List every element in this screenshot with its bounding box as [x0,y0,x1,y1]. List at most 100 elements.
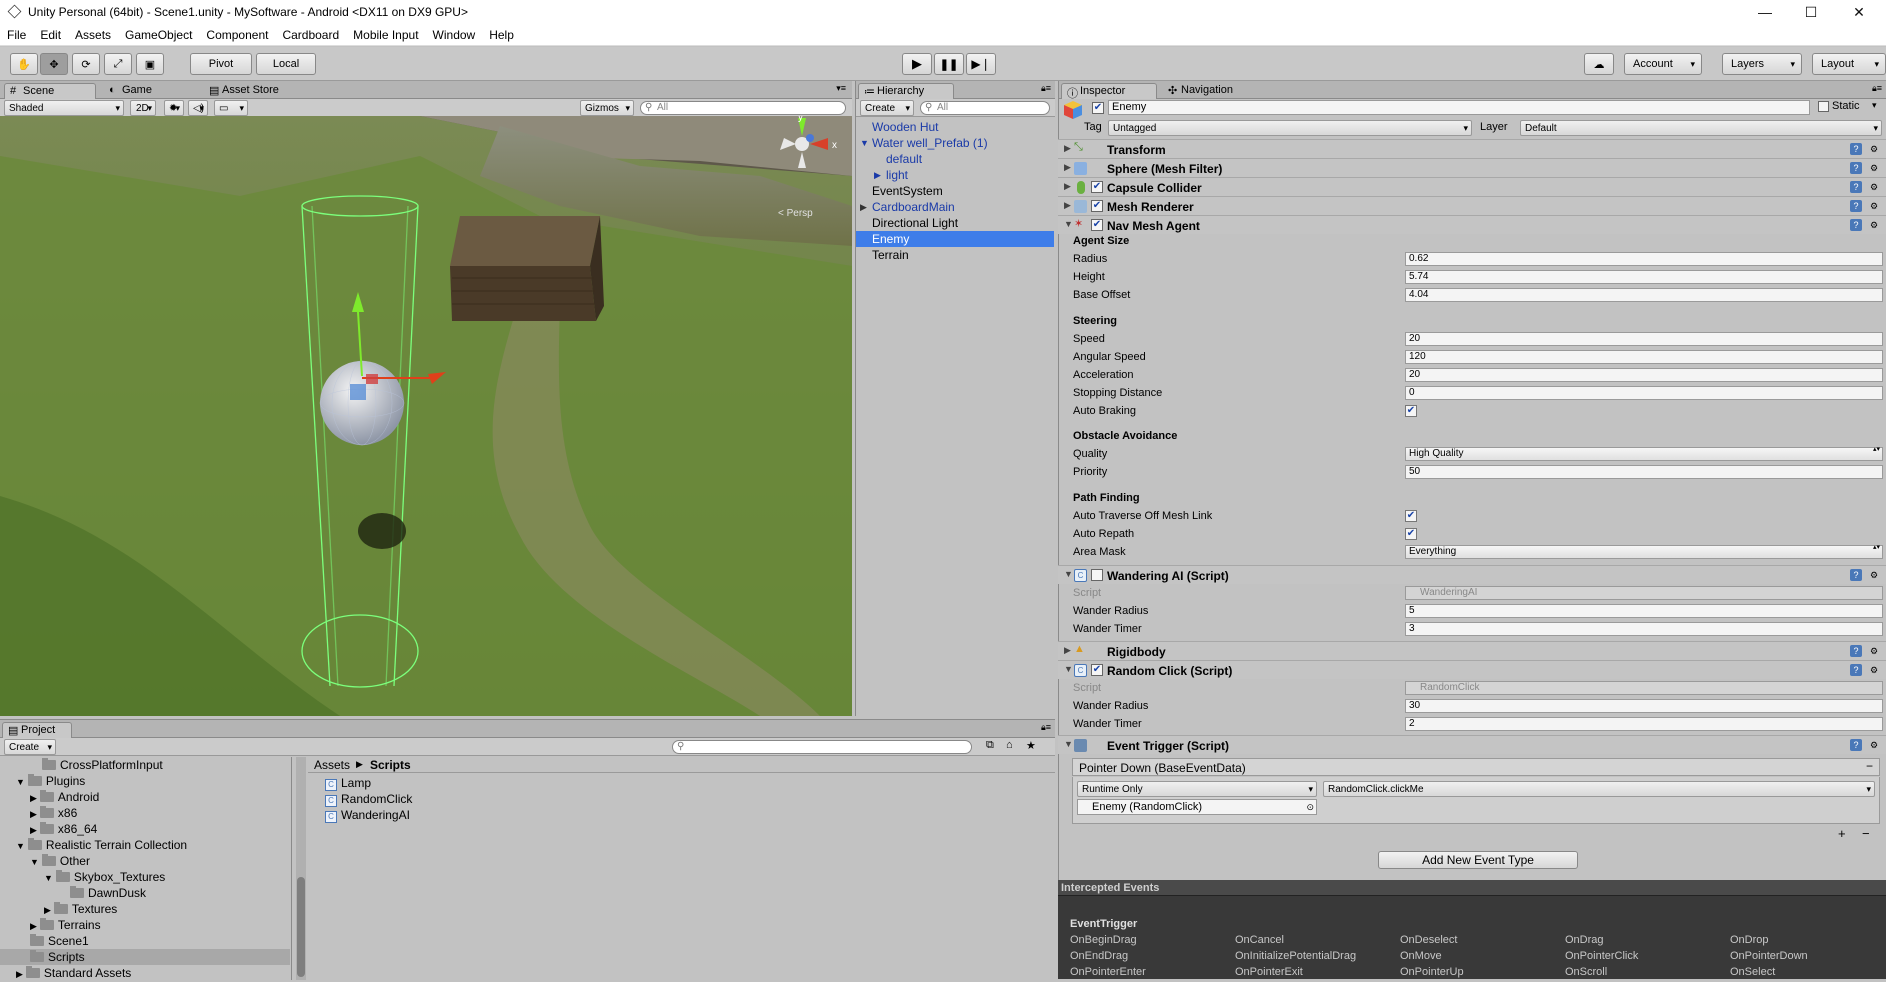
menu-edit[interactable]: Edit [33,28,68,42]
tree-item[interactable]: ▼ Other [30,853,90,869]
expand-arrow-icon[interactable]: ▼ [16,841,25,851]
maximize-button[interactable]: ☐ [1788,0,1834,24]
collapse-arrow-icon[interactable]: ▶ [860,199,867,215]
priority-input[interactable]: 50 [1405,465,1883,479]
component-transform[interactable]: ▶ ⤡ Transform? ⚙ [1058,139,1886,158]
expand-arrow-icon[interactable]: ▼ [860,135,869,151]
lock-icon[interactable]: 🔒︎≡ [1041,722,1051,733]
function-dropdown[interactable]: RandomClick.clickMe [1323,781,1875,797]
component-enabled-checkbox[interactable]: ✔ [1091,569,1103,581]
lock-icon[interactable]: 🔒︎≡ [1041,83,1051,94]
radius-input[interactable]: 0.62 [1405,252,1883,266]
tab-hierarchy[interactable]: ≔ Hierarchy [858,83,954,99]
collapse-arrow-icon[interactable]: ▶ [30,793,37,803]
menu-component[interactable]: Component [199,28,275,42]
file-item[interactable]: C WanderingAI [325,807,410,823]
menu-help[interactable]: Help [482,28,521,42]
tree-item[interactable]: ▼ Plugins [16,773,85,789]
tree-item[interactable]: ▶ Textures [44,901,117,917]
menu-file[interactable]: File [0,28,33,42]
tab-asset-store[interactable]: ▤ Asset Store [204,83,314,99]
filter-label-icon[interactable]: ⌂ [1006,739,1013,751]
scene-search-input[interactable]: All [640,101,846,115]
move-tool-icon[interactable]: ✥ [40,53,68,75]
chevron-down-icon[interactable]: ▾ [1872,100,1877,111]
menu-mobile-input[interactable]: Mobile Input [346,28,425,42]
collapse-arrow-icon[interactable]: ▶ [1064,200,1071,211]
expand-arrow-icon[interactable]: ▼ [30,857,39,867]
expand-arrow-icon[interactable]: ▼ [1064,739,1073,749]
tab-game[interactable]: ◐ Game [104,83,196,99]
tree-item[interactable]: ▶ Android [30,789,99,805]
shading-dropdown[interactable]: Shaded [4,100,124,116]
help-icon[interactable]: ? [1850,569,1862,581]
hierarchy-item[interactable]: Directional Light [856,215,1054,231]
tree-item[interactable]: ▶ x86_64 [30,821,97,837]
rect-tool-icon[interactable]: ▣ [136,53,164,75]
gear-icon[interactable]: ⚙ [1868,200,1880,212]
gear-icon[interactable]: ⚙ [1868,143,1880,155]
breadcrumb-current[interactable]: Scripts [370,758,411,772]
component-mesh-filter[interactable]: ▶ Sphere (Mesh Filter)? ⚙ [1058,158,1886,177]
collapse-arrow-icon[interactable]: ▶ [16,969,23,979]
layers-dropdown[interactable]: Layers ▾ [1722,53,1802,75]
menu-assets[interactable]: Assets [68,28,118,42]
help-icon[interactable]: ? [1850,143,1862,155]
breadcrumb-root[interactable]: Assets [314,758,350,772]
filter-type-icon[interactable]: ⧉ [986,739,994,752]
tab-scene[interactable]: # Scene [4,83,96,99]
lock-icon[interactable]: 🔒︎≡ [1872,83,1882,94]
hierarchy-item[interactable]: Terrain [856,247,1054,263]
gear-icon[interactable]: ⚙ [1868,664,1880,676]
hand-tool-icon[interactable]: ✋ [10,53,38,75]
active-checkbox[interactable]: ✔ [1092,102,1104,114]
hierarchy-item[interactable]: ▶ CardboardMain [856,199,1054,215]
component-wandering-ai[interactable]: ▼C ✔ Wandering AI (Script)? ⚙ [1058,565,1886,584]
pause-button[interactable]: ❚❚ [934,53,964,75]
tab-inspector[interactable]: ⓘ Inspector [1061,83,1157,100]
collapse-arrow-icon[interactable]: ▶ [1064,181,1071,192]
help-icon[interactable]: ? [1850,219,1862,231]
file-item[interactable]: C Lamp [325,775,371,791]
scale-tool-icon[interactable]: ⤢ [104,53,132,75]
wander-timer-input[interactable]: 2 [1405,717,1883,731]
tree-item[interactable]: Scene1 [30,933,89,949]
component-mesh-renderer[interactable]: ▶ ✔ Mesh Renderer? ⚙ [1058,196,1886,215]
component-nav-mesh-agent[interactable]: ▼ ✶ ✔ Nav Mesh Agent? ⚙ [1058,215,1886,234]
scene-viewport[interactable]: y x < Persp [0,116,852,716]
project-create-dropdown[interactable]: Create [4,739,56,755]
static-checkbox[interactable] [1818,101,1829,112]
help-icon[interactable]: ? [1850,645,1862,657]
hierarchy-item[interactable]: Wooden Hut [856,119,1054,135]
tree-item[interactable]: CrossPlatformInput [42,757,163,773]
collapse-arrow-icon[interactable]: ▶ [30,825,37,835]
target-object-field[interactable]: Enemy (RandomClick) ⊙ [1077,799,1317,815]
gear-icon[interactable]: ⚙ [1868,569,1880,581]
gear-icon[interactable]: ⚙ [1868,219,1880,231]
component-capsule-collider[interactable]: ▶ ✔ Capsule Collider? ⚙ [1058,177,1886,196]
wander-timer-input[interactable]: 3 [1405,622,1883,636]
remove-event-icon[interactable]: − [1866,759,1873,773]
hierarchy-item[interactable]: default [856,151,1054,167]
account-dropdown[interactable]: Account ▾ [1624,53,1702,75]
collapse-arrow-icon[interactable]: ▶ [1064,143,1071,154]
stopping-distance-input[interactable]: 0 [1405,386,1883,400]
file-item[interactable]: C RandomClick [325,791,412,807]
tree-item[interactable]: ▼ Realistic Terrain Collection [16,837,187,853]
add-new-event-type-button[interactable]: Add New Event Type [1378,851,1578,869]
auto-repath-checkbox[interactable]: ✔ [1405,528,1417,540]
collapse-arrow-icon[interactable]: ▶ [30,921,37,931]
hierarchy-item[interactable]: EventSystem [856,183,1054,199]
scrollbar-thumb[interactable] [297,877,305,977]
minimize-button[interactable]: — [1742,0,1788,24]
tree-item[interactable]: ▼ Skybox_Textures [44,869,165,885]
component-enabled-checkbox[interactable]: ✔ [1091,664,1103,676]
base-offset-input[interactable]: 4.04 [1405,288,1883,302]
local-toggle[interactable]: Local [256,53,316,75]
expand-arrow-icon[interactable]: ▼ [1064,219,1073,229]
gear-icon[interactable]: ⚙ [1868,181,1880,193]
menu-cardboard[interactable]: Cardboard [275,28,346,42]
remove-listener-icon[interactable]: − [1862,826,1870,841]
collapse-arrow-icon[interactable]: ▶ [30,809,37,819]
collapse-arrow-icon[interactable]: ▶ [44,905,51,915]
